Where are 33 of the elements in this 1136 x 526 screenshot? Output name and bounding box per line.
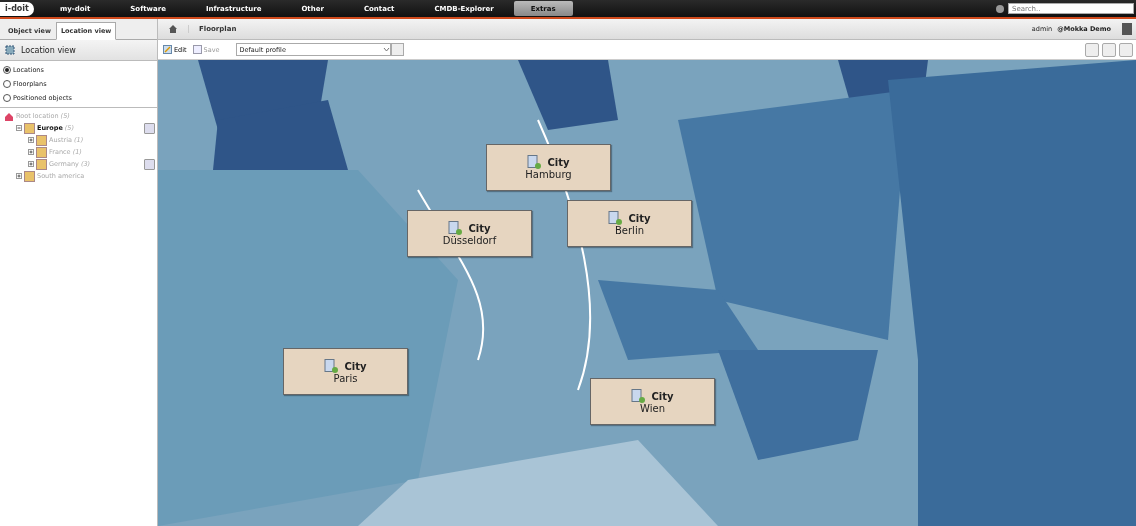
location-icon bbox=[36, 146, 47, 158]
help-icon[interactable] bbox=[996, 4, 1004, 13]
city-node[interactable]: City Berlin bbox=[567, 200, 692, 247]
expand-toggle[interactable] bbox=[28, 137, 34, 143]
document-icon bbox=[448, 221, 463, 235]
radio-button[interactable] bbox=[3, 94, 11, 102]
city-node[interactable]: City Düsseldorf bbox=[407, 210, 532, 257]
document-icon bbox=[192, 45, 202, 54]
document-icon bbox=[324, 359, 339, 373]
location-icon bbox=[5, 45, 15, 55]
panel-title: Location view bbox=[21, 45, 76, 55]
home-icon[interactable] bbox=[169, 25, 177, 33]
position-button[interactable] bbox=[144, 122, 155, 134]
expand-toggle[interactable] bbox=[16, 173, 22, 179]
location-icon bbox=[24, 122, 35, 134]
location-icon bbox=[36, 158, 47, 170]
location-icon bbox=[24, 170, 35, 182]
expand-toggle[interactable] bbox=[28, 161, 34, 167]
city-node[interactable]: City Hamburg bbox=[486, 144, 611, 191]
caret-icon bbox=[382, 47, 390, 52]
document-icon bbox=[631, 389, 646, 403]
city-node[interactable]: City Paris bbox=[283, 348, 408, 395]
radio-button[interactable] bbox=[3, 66, 11, 74]
expand-toggle[interactable] bbox=[16, 125, 22, 131]
document-icon bbox=[608, 211, 623, 225]
city-node[interactable]: City Wien bbox=[590, 378, 715, 425]
document-icon bbox=[527, 155, 542, 169]
logo[interactable]: i-doit bbox=[0, 1, 34, 16]
location-icon bbox=[36, 134, 47, 146]
house-icon bbox=[4, 111, 14, 121]
expand-toggle[interactable] bbox=[28, 149, 34, 155]
radio-button[interactable] bbox=[3, 80, 11, 88]
position-button[interactable] bbox=[144, 158, 155, 170]
